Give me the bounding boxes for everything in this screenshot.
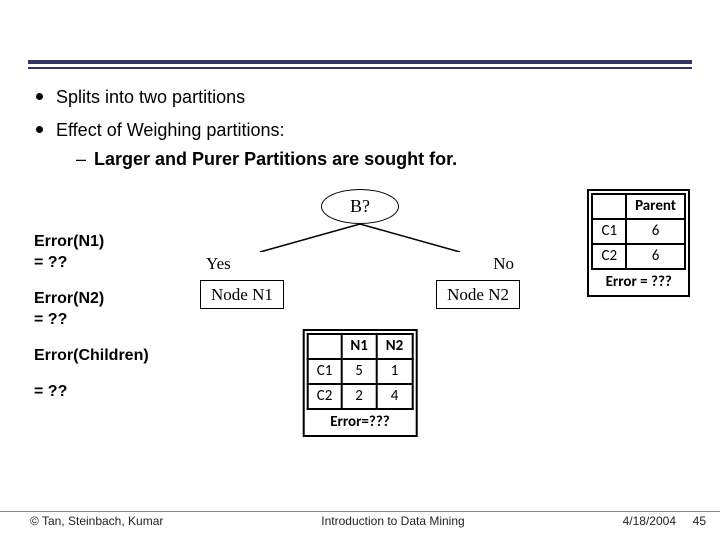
- footer-page-number: 45: [676, 514, 706, 528]
- sub-bullet: –Larger and Purer Partitions are sought …: [56, 147, 686, 172]
- bullet-1: Splits into two partitions: [34, 85, 686, 110]
- child-r1c3: 1: [377, 359, 412, 384]
- child-r2c2: 2: [341, 384, 376, 409]
- root-node: B?: [321, 189, 399, 224]
- error-labels: Error(N1) = ?? Error(N2) = ?? Error(Chil…: [34, 231, 149, 417]
- error-children-value: = ??: [34, 383, 67, 400]
- children-table: N1 N2 C1 5 1 C2 2 4 Error=???: [303, 329, 418, 437]
- child-r2c3: 4: [377, 384, 412, 409]
- bullet-1-text: Splits into two partitions: [56, 87, 245, 107]
- branch-right-label: No: [493, 252, 514, 276]
- error-n1-label: Error(N1): [34, 233, 104, 250]
- bullet-2: Effect of Weighing partitions: –Larger a…: [34, 118, 686, 172]
- parent-table: Parent C1 6 C2 6 Error = ???: [587, 189, 690, 297]
- left-leaf-node: Node N1: [200, 280, 284, 310]
- parent-r2c2: 6: [626, 244, 685, 269]
- parent-r1c2: 6: [626, 219, 685, 244]
- footer-title: Introduction to Data Mining: [250, 514, 536, 528]
- footer-date: 4/18/2004: [536, 514, 676, 528]
- parent-th: Parent: [626, 194, 685, 219]
- child-th-n2: N2: [377, 334, 412, 359]
- right-leaf-node: Node N2: [436, 280, 520, 310]
- sub-bullet-text: Larger and Purer Partitions are sought f…: [94, 149, 457, 169]
- parent-th-blank: [592, 194, 626, 219]
- error-n1-value: = ??: [34, 254, 67, 271]
- branch-left-label: Yes: [206, 252, 231, 276]
- child-r1c2: 5: [341, 359, 376, 384]
- child-r1c1: C1: [308, 359, 342, 384]
- child-th-blank: [308, 334, 342, 359]
- child-r2c1: C2: [308, 384, 342, 409]
- error-children-label: Error(Children): [34, 347, 149, 364]
- parent-r1c1: C1: [592, 219, 626, 244]
- dash-icon: –: [76, 149, 86, 169]
- bullet-2-text: Effect of Weighing partitions:: [56, 120, 284, 140]
- footer-copyright: © Tan, Steinbach, Kumar: [30, 514, 250, 528]
- decision-tree: B? Yes No Node N1 Node N2: [200, 189, 520, 310]
- error-n2-label: Error(N2): [34, 290, 104, 307]
- branch-lines-icon: [240, 224, 480, 252]
- parent-footer: Error = ???: [591, 272, 686, 293]
- children-footer: Error=???: [307, 412, 414, 433]
- error-n2-value: = ??: [34, 311, 67, 328]
- slide-footer: © Tan, Steinbach, Kumar Introduction to …: [0, 511, 720, 528]
- parent-r2c1: C2: [592, 244, 626, 269]
- child-th-n1: N1: [341, 334, 376, 359]
